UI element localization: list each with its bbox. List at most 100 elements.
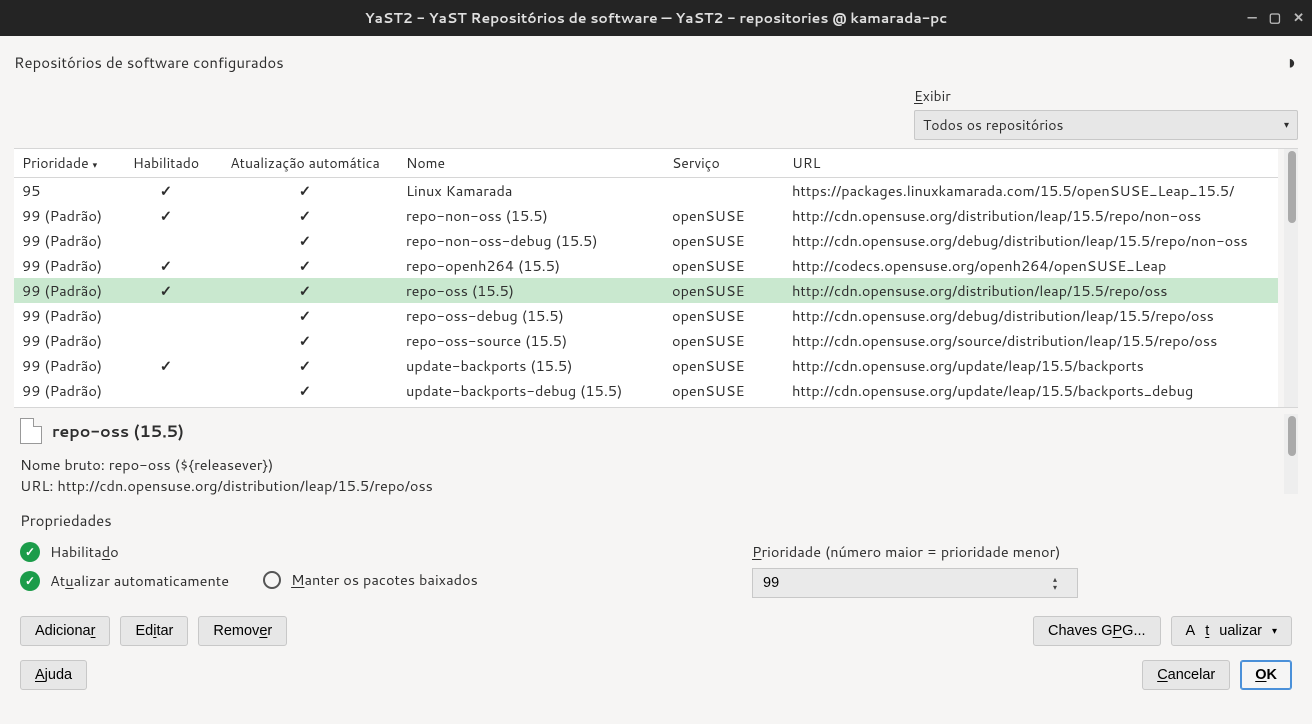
help-button[interactable]: Ajuda — [20, 660, 87, 690]
page-title: Repositórios de software configurados — [14, 52, 284, 73]
checkbox-autorefresh[interactable]: ✓ Atualizar automaticamente — [20, 570, 229, 591]
cell-name: repo-non-oss (15.5) — [398, 203, 664, 228]
cell-autorefresh: ✓ — [212, 378, 398, 403]
cell-url: http://cdn.opensuse.org/distribution/lea… — [784, 203, 1278, 228]
detail-url: URL: http://cdn.opensuse.org/distributio… — [20, 475, 1292, 496]
cell-priority: 99 (Padrão) — [14, 253, 120, 278]
cell-autorefresh: ✓ — [212, 203, 398, 228]
table-row[interactable]: 99 (Padrão)✓✓repo-openh264 (15.5)openSUS… — [14, 253, 1278, 278]
checkbox-keep-packages[interactable]: Manter os pacotes baixados — [263, 569, 478, 590]
check-on-icon: ✓ — [20, 571, 40, 591]
col-service[interactable]: Serviço — [664, 149, 784, 178]
titlebar: YaST2 - YaST Repositórios de software — … — [0, 0, 1312, 36]
cell-url: http://cdn.opensuse.org/update/leap/15.5… — [784, 353, 1278, 378]
cell-url: http://codecs.opensuse.org/openh264/open… — [784, 253, 1278, 278]
table-row[interactable]: 99 (Padrão)✓✓repo-non-oss (15.5)openSUSE… — [14, 203, 1278, 228]
cell-autorefresh: ✓ — [212, 178, 398, 204]
col-priority[interactable]: Prioridade▾ — [14, 149, 120, 178]
remove-button[interactable]: Remover — [198, 616, 287, 646]
close-icon[interactable]: ✕ — [1293, 9, 1304, 27]
cell-service: openSUSE — [664, 228, 784, 253]
chevron-down-icon: ▾ — [1284, 118, 1289, 132]
cell-enabled — [120, 378, 212, 403]
cell-autorefresh: ✓ — [212, 303, 398, 328]
col-url[interactable]: URL — [784, 149, 1278, 178]
cell-enabled — [120, 328, 212, 353]
detail-title: repo-oss (15.5) — [52, 420, 184, 443]
cell-priority: 99 (Padrão) — [14, 228, 120, 253]
cell-autorefresh: ✓ — [212, 278, 398, 303]
cell-enabled — [120, 303, 212, 328]
table-row[interactable]: 99 (Padrão) ✓repo-oss-debug (15.5)openSUS… — [14, 303, 1278, 328]
cell-enabled: ✓ — [120, 353, 212, 378]
cell-priority: 99 (Padrão) — [14, 328, 120, 353]
col-autorefresh[interactable]: Atualização automática — [212, 149, 398, 178]
table-row[interactable]: 99 (Padrão)✓repo-oss-source (15.5)openSU… — [14, 328, 1278, 353]
cell-autorefresh: ✓ — [212, 353, 398, 378]
cell-url: https://packages.linuxkamarada.com/15.5/… — [784, 178, 1278, 204]
col-name[interactable]: Nome — [398, 149, 664, 178]
cell-url: http://cdn.opensuse.org/debug/distributi… — [784, 303, 1278, 328]
ok-button[interactable]: OK — [1240, 660, 1292, 690]
repo-table[interactable]: Prioridade▾ Habilitado Atualização autom… — [14, 148, 1298, 408]
cancel-button[interactable]: Cancelar — [1142, 660, 1230, 690]
file-icon — [20, 418, 42, 444]
add-button[interactable]: Adicionar — [20, 616, 110, 646]
check-on-icon: ✓ — [20, 542, 40, 562]
cell-url: http://cdn.opensuse.org/update/leap/15.5… — [784, 378, 1278, 403]
cell-url: http://cdn.opensuse.org/source/distribut… — [784, 328, 1278, 353]
priority-spinbox[interactable]: ▴▾ — [752, 568, 1078, 598]
detail-raw-name: Nome bruto: repo-oss (${releasever}) — [20, 454, 1292, 475]
gpg-keys-button[interactable]: Chaves GPG... — [1033, 616, 1161, 646]
edit-button[interactable]: Editar — [120, 616, 188, 646]
cell-service: openSUSE — [664, 203, 784, 228]
properties-heading: Propriedades — [20, 510, 1292, 531]
table-row[interactable]: 99 (Padrão)✓✓update-backports (15.5)open… — [14, 353, 1278, 378]
cell-enabled: ✓ — [120, 203, 212, 228]
cell-service: openSUSE — [664, 353, 784, 378]
minimize-icon[interactable]: — — [1247, 9, 1256, 27]
col-enabled[interactable]: Habilitado — [120, 149, 212, 178]
window-title: YaST2 - YaST Repositórios de software — … — [365, 8, 947, 28]
maximize-icon[interactable]: ▢ — [1269, 9, 1281, 27]
cell-priority: 99 (Padrão) — [14, 303, 120, 328]
cell-url: http://cdn.opensuse.org/distribution/lea… — [784, 278, 1278, 303]
checkbox-enabled[interactable]: ✓ Habilitado — [20, 541, 229, 562]
cell-enabled: ✓ — [120, 278, 212, 303]
priority-input[interactable] — [753, 575, 1053, 591]
cell-priority: 99 (Padrão) — [14, 353, 120, 378]
table-row[interactable]: 99 (Padrão)✓✓repo-oss (15.5)openSUSEhttp… — [14, 278, 1278, 303]
cell-enabled: ✓ — [120, 253, 212, 278]
cell-name: repo-non-oss-debug (15.5) — [398, 228, 664, 253]
table-row[interactable]: 95✓✓Linux Kamaradahttps://packages.linux… — [14, 178, 1278, 204]
dark-mode-icon[interactable]: ◗ — [1286, 48, 1298, 76]
detail-scrollbar[interactable] — [1284, 414, 1298, 494]
cell-priority: 99 (Padrão) — [14, 203, 120, 228]
cell-service — [664, 178, 784, 204]
table-row[interactable]: 99 (Padrão)✓repo-non-oss-debug (15.5)ope… — [14, 228, 1278, 253]
cell-name: repo-oss (15.5) — [398, 278, 664, 303]
cell-priority: 95 — [14, 178, 120, 204]
check-off-icon — [263, 571, 281, 589]
cell-service: openSUSE — [664, 303, 784, 328]
cell-name: repo-openh264 (15.5) — [398, 253, 664, 278]
cell-url: http://cdn.opensuse.org/debug/distributi… — [784, 228, 1278, 253]
cell-name: update-backports (15.5) — [398, 353, 664, 378]
cell-service: openSUSE — [664, 378, 784, 403]
cell-priority: 99 (Padrão) — [14, 278, 120, 303]
filter-label: Exibir — [914, 86, 1298, 106]
cell-name: Linux Kamarada — [398, 178, 664, 204]
cell-enabled: ✓ — [120, 178, 212, 204]
cell-name: repo-oss-debug (15.5) — [398, 303, 664, 328]
cell-service: openSUSE — [664, 253, 784, 278]
cell-service: openSUSE — [664, 328, 784, 353]
spin-down-icon[interactable]: ▾ — [1053, 583, 1057, 591]
table-scrollbar[interactable] — [1284, 149, 1298, 407]
cell-autorefresh: ✓ — [212, 253, 398, 278]
table-row[interactable]: 99 (Padrão)✓update-backports-debug (15.5… — [14, 378, 1278, 403]
priority-label: Prioridade (número maior = prioridade me… — [752, 541, 1292, 562]
filter-combo[interactable]: Todos os repositórios ▾ — [914, 110, 1298, 140]
refresh-button[interactable]: Atualizar ▾ — [1171, 616, 1292, 646]
cell-name: repo-oss-source (15.5) — [398, 328, 664, 353]
sort-desc-icon: ▾ — [93, 158, 98, 171]
